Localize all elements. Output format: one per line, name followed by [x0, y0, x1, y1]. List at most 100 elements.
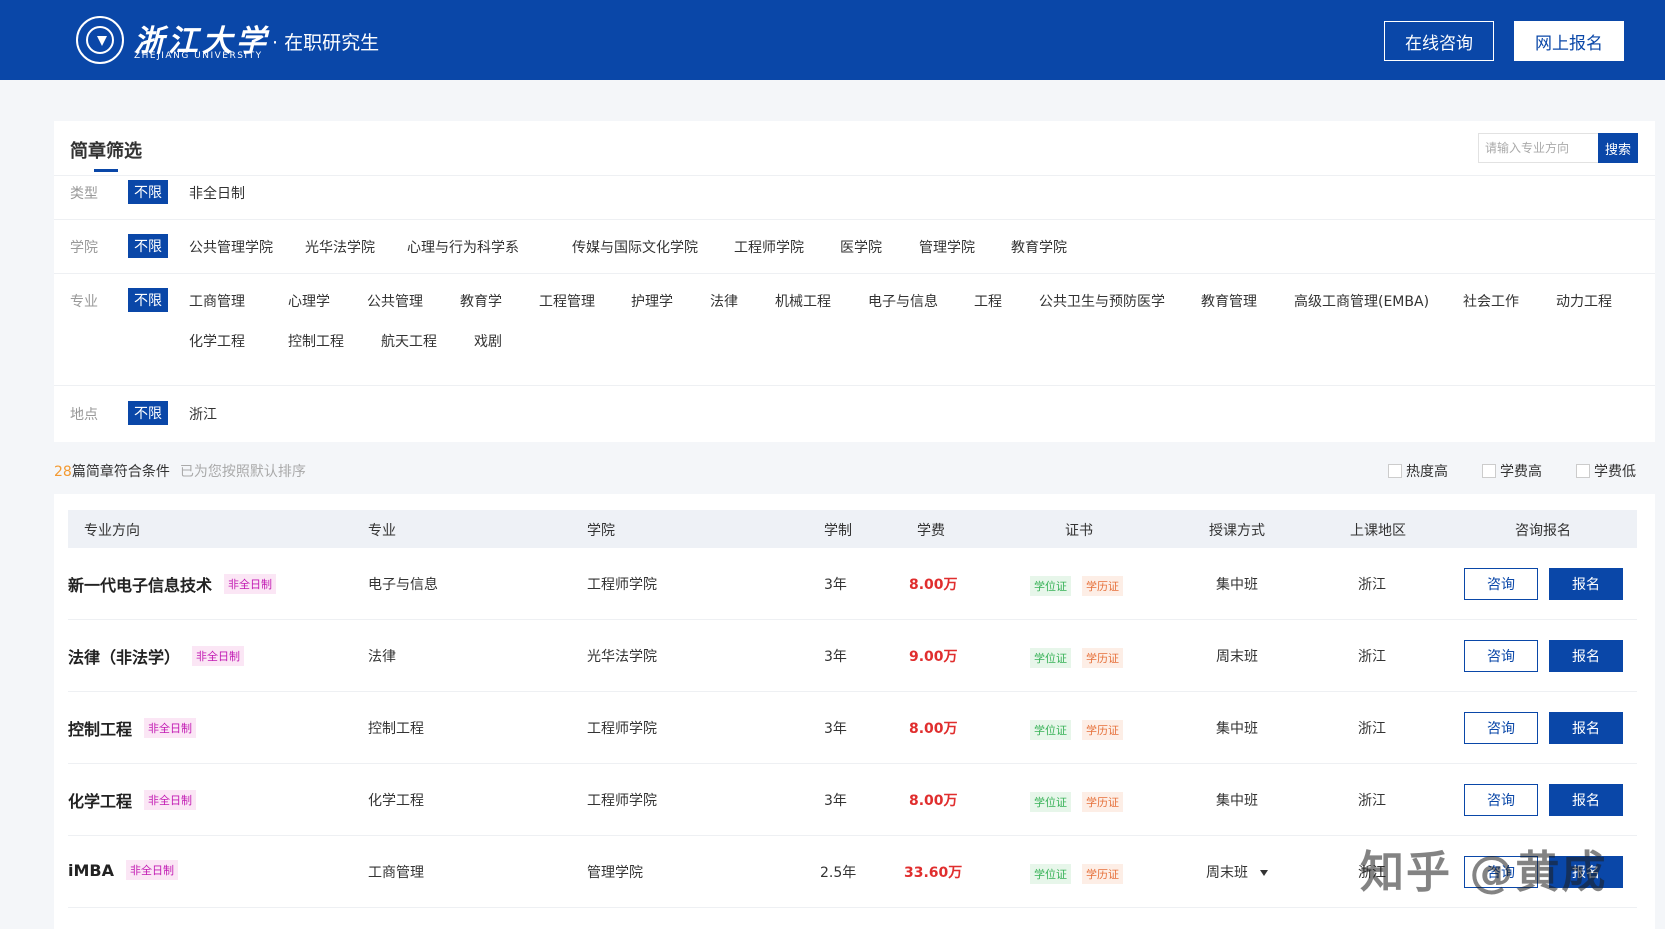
major-option[interactable]: 工程管理 [539, 291, 595, 311]
fee-cell: 8.00万 [909, 577, 958, 593]
fee-cell: 8.00万 [909, 793, 958, 809]
major-option[interactable]: 控制工程 [288, 331, 344, 351]
column-header: 学费 [917, 523, 945, 539]
major-option[interactable]: 电子与信息 [868, 291, 938, 311]
column-header: 学院 [587, 523, 615, 539]
apply-button[interactable]: 报名 [1549, 568, 1623, 600]
watermark-text: 知乎 @黄成 [1360, 847, 1608, 898]
program-direction[interactable]: 法律（非法学） 非全日制 [68, 644, 245, 668]
major-cell: 工商管理 [368, 865, 424, 881]
sort-note: 已为您按照默认排序 [179, 464, 306, 480]
mode-dropdown[interactable]: 周末班 [1206, 862, 1268, 882]
region-cell: 浙江 [1358, 649, 1386, 665]
program-name[interactable]: 控制工程 [68, 716, 132, 740]
college-option[interactable]: 公共管理学院 [189, 237, 273, 257]
consult-button[interactable]: 咨询 [1464, 568, 1538, 600]
apply-button[interactable]: 报名 [1549, 640, 1623, 672]
mode-cell: 集中班 [1216, 721, 1258, 737]
program-name[interactable]: 新一代电子信息技术 [68, 572, 212, 596]
mode-cell: 集中班 [1216, 793, 1258, 809]
major-option[interactable]: 动力工程 [1556, 291, 1612, 311]
filter-panel: 简章筛选 搜索 类型 不限 非全日制 学院 不限 公共管理学院 光华法学院 心理… [54, 121, 1655, 442]
program-name[interactable]: iMBA [68, 861, 114, 880]
type-option[interactable]: 非全日制 [189, 183, 245, 203]
program-type-badge: 非全日制 [125, 860, 178, 880]
region-cell: 浙江 [1358, 793, 1386, 809]
major-option[interactable]: 心理学 [288, 291, 330, 311]
duration-cell: 3年 [824, 649, 847, 665]
major-all-tag[interactable]: 不限 [128, 288, 168, 312]
college-option[interactable]: 医学院 [840, 237, 882, 257]
type-all-tag[interactable]: 不限 [128, 180, 168, 204]
table-row: 化学工程 非全日制 化学工程 工程师学院 3年 8.00万 学位证 学历证 集中班… [68, 764, 1637, 836]
consult-button[interactable]: 咨询 [1464, 712, 1538, 744]
sort-checkbox-fee-high[interactable]: 学费高 [1482, 461, 1542, 481]
university-logo-icon [76, 16, 124, 64]
college-all-tag[interactable]: 不限 [128, 234, 168, 258]
checkbox-icon[interactable] [1482, 464, 1496, 478]
fee-cell: 33.60万 [904, 865, 963, 881]
filter-title: 简章筛选 [70, 141, 142, 162]
sort-checkbox-fee-low[interactable]: 学费低 [1576, 461, 1636, 481]
college-option[interactable]: 工程师学院 [734, 237, 804, 257]
mode-cell: 集中班 [1216, 577, 1258, 593]
major-option[interactable]: 机械工程 [775, 291, 831, 311]
college-option[interactable]: 管理学院 [919, 237, 975, 257]
program-direction[interactable]: 化学工程 非全日制 [68, 788, 197, 812]
education-cert-tag: 学历证 [1082, 864, 1123, 884]
major-option[interactable]: 工程 [974, 291, 1002, 311]
degree-cert-tag: 学位证 [1030, 720, 1071, 740]
apply-button[interactable]: 报名 [1549, 784, 1623, 816]
sort-checkbox-popular[interactable]: 热度高 [1388, 461, 1448, 481]
program-direction[interactable]: iMBA 非全日制 [68, 860, 178, 880]
college-option[interactable]: 光华法学院 [305, 237, 375, 257]
major-option[interactable]: 工商管理 [189, 291, 245, 311]
major-option[interactable]: 高级工商管理(EMBA) [1294, 291, 1429, 311]
site-subtitle: · 在职研究生 [272, 32, 380, 54]
college-option[interactable]: 传媒与国际文化学院 [572, 237, 698, 257]
location-all-tag[interactable]: 不限 [128, 401, 168, 425]
major-option[interactable]: 航天工程 [381, 331, 437, 351]
location-option[interactable]: 浙江 [189, 404, 217, 424]
education-cert-tag: 学历证 [1082, 576, 1123, 596]
major-option[interactable]: 社会工作 [1463, 291, 1519, 311]
major-option[interactable]: 教育学 [460, 291, 502, 311]
major-cell: 法律 [368, 649, 396, 665]
major-option[interactable]: 化学工程 [189, 331, 245, 351]
college-option[interactable]: 心理与行为科学系 [407, 237, 519, 257]
sort-checkbox-label: 学费低 [1594, 464, 1636, 480]
college-cell: 工程师学院 [587, 577, 657, 593]
program-name[interactable]: 法律（非法学） [68, 644, 180, 668]
major-option[interactable]: 法律 [710, 291, 738, 311]
major-option[interactable]: 护理学 [631, 291, 673, 311]
online-apply-button[interactable]: 网上报名 [1514, 21, 1624, 61]
table-row: 新一代电子信息技术 非全日制 电子与信息 工程师学院 3年 8.00万 学位证 学… [68, 548, 1637, 620]
consult-button[interactable]: 咨询 [1464, 784, 1538, 816]
college-option[interactable]: 教育学院 [1011, 237, 1067, 257]
major-option[interactable]: 公共卫生与预防医学 [1039, 291, 1165, 311]
brand-english-name: ZHEJIANG UNIVERSITY [134, 51, 263, 61]
major-option[interactable]: 公共管理 [367, 291, 423, 311]
apply-button[interactable]: 报名 [1549, 712, 1623, 744]
degree-cert-tag: 学位证 [1030, 648, 1071, 668]
checkbox-icon[interactable] [1576, 464, 1590, 478]
major-option[interactable]: 教育管理 [1201, 291, 1257, 311]
education-cert-tag: 学历证 [1082, 792, 1123, 812]
fee-cell: 8.00万 [909, 721, 958, 737]
degree-cert-tag: 学位证 [1030, 792, 1071, 812]
column-header: 上课地区 [1350, 523, 1406, 539]
program-type-badge: 非全日制 [144, 790, 197, 810]
major-option[interactable]: 戏剧 [474, 331, 502, 351]
program-direction[interactable]: 新一代电子信息技术 非全日制 [68, 572, 277, 596]
online-consult-button[interactable]: 在线咨询 [1384, 21, 1494, 61]
search-input[interactable] [1478, 133, 1598, 163]
education-cert-tag: 学历证 [1082, 720, 1123, 740]
program-direction[interactable]: 控制工程 非全日制 [68, 716, 197, 740]
consult-button[interactable]: 咨询 [1464, 640, 1538, 672]
checkbox-icon[interactable] [1388, 464, 1402, 478]
chevron-down-icon[interactable] [1260, 870, 1268, 876]
program-name[interactable]: 化学工程 [68, 788, 132, 812]
search-button[interactable]: 搜索 [1598, 133, 1638, 163]
column-header: 学制 [824, 523, 852, 539]
region-cell: 浙江 [1358, 577, 1386, 593]
